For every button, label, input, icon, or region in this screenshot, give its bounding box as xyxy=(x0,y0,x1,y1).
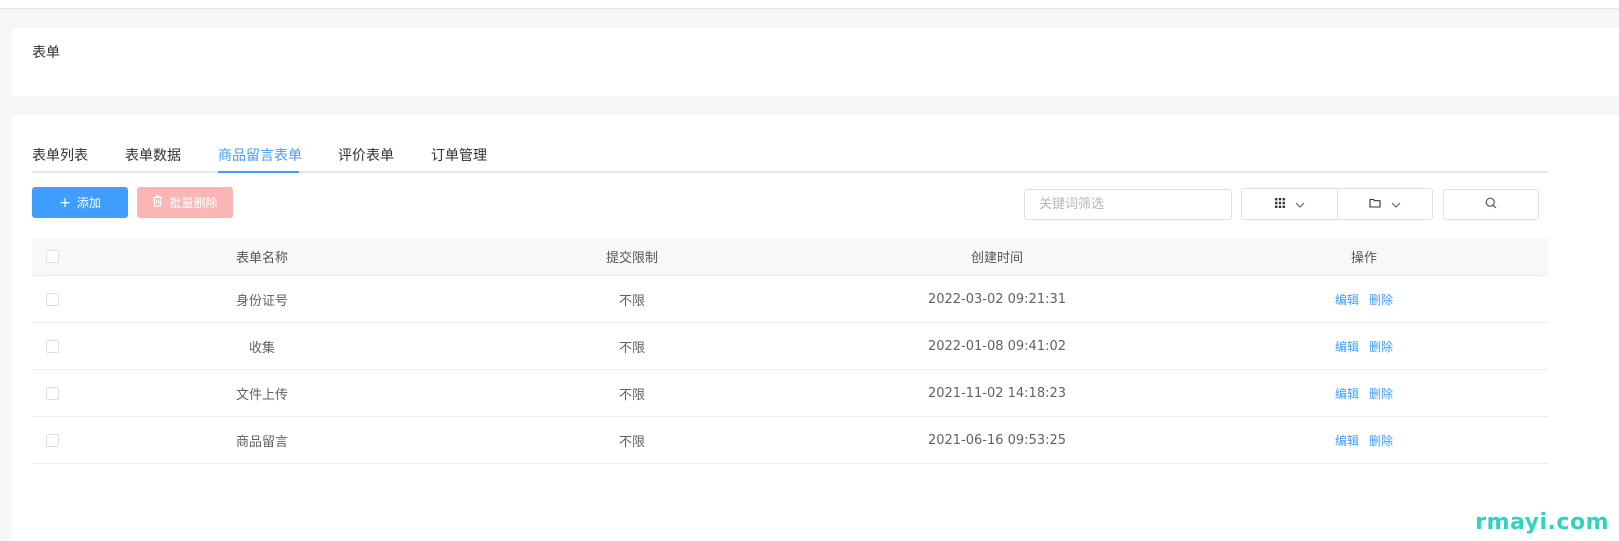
row-submit-limit: 不限 xyxy=(618,387,645,403)
chevron-down-icon xyxy=(1391,197,1401,212)
header-actions: 操作 xyxy=(1350,251,1377,266)
search-icon xyxy=(1485,197,1497,213)
row-form-name: 商品留言 xyxy=(235,434,288,450)
table-row: 身份证号 不限 2022-03-02 09:21:31 编辑 删除 xyxy=(32,276,1548,323)
row-checkbox[interactable] xyxy=(45,292,59,306)
category-select[interactable] xyxy=(1241,188,1338,220)
folder-select[interactable] xyxy=(1337,188,1433,220)
title-card: 表单 xyxy=(12,28,1619,96)
row-checkbox-cell xyxy=(32,276,72,322)
row-created-time: 2021-11-02 14:18:23 xyxy=(927,385,1067,401)
row-checkbox-cell xyxy=(32,370,72,416)
batch-delete-button[interactable]: 批量删除 xyxy=(137,187,233,218)
row-created-time: 2022-03-02 09:21:31 xyxy=(927,291,1067,307)
header-created-time: 创建时间 xyxy=(970,251,1023,266)
header-form-name: 表单名称 xyxy=(235,251,288,266)
add-button[interactable]: + 添加 xyxy=(32,187,128,218)
tab-form-data[interactable]: 表单数据 xyxy=(125,145,181,165)
row-actions: 编辑 删除 xyxy=(1284,323,1444,369)
edit-link[interactable]: 编辑 xyxy=(1335,385,1359,402)
row-actions: 编辑 删除 xyxy=(1284,276,1444,322)
select-all-checkbox[interactable] xyxy=(45,250,59,263)
tab-review-form[interactable]: 评价表单 xyxy=(338,145,394,165)
edit-link[interactable]: 编辑 xyxy=(1335,432,1359,449)
table-row: 商品留言 不限 2021-06-16 09:53:25 编辑 删除 xyxy=(32,417,1548,464)
row-checkbox[interactable] xyxy=(45,386,59,400)
trash-icon xyxy=(152,195,163,210)
grid-icon xyxy=(1274,197,1285,212)
edit-link[interactable]: 编辑 xyxy=(1335,338,1359,355)
row-form-name: 身份证号 xyxy=(235,293,288,309)
top-bar xyxy=(0,0,1619,9)
row-submit-limit: 不限 xyxy=(618,293,645,309)
batch-delete-button-label: 批量删除 xyxy=(169,196,218,210)
tab-product-message-form[interactable]: 商品留言表单 xyxy=(218,145,302,165)
delete-link[interactable]: 删除 xyxy=(1369,291,1393,308)
table-row: 收集 不限 2022-01-08 09:41:02 编辑 删除 xyxy=(32,323,1548,370)
row-actions: 编辑 删除 xyxy=(1284,370,1444,416)
add-button-label: 添加 xyxy=(76,196,101,210)
row-checkbox[interactable] xyxy=(45,339,59,353)
edit-link[interactable]: 编辑 xyxy=(1335,291,1359,308)
delete-link[interactable]: 删除 xyxy=(1369,385,1393,402)
row-checkbox-cell xyxy=(32,323,72,369)
delete-link[interactable]: 删除 xyxy=(1369,432,1393,449)
tab-bar: 表单列表 表单数据 商品留言表单 评价表单 订单管理 xyxy=(32,139,1548,173)
row-form-name: 文件上传 xyxy=(235,387,288,403)
row-submit-limit: 不限 xyxy=(618,434,645,450)
page-title: 表单 xyxy=(32,45,60,61)
active-tab-indicator xyxy=(218,171,299,173)
main-card: 表单列表 表单数据 商品留言表单 评价表单 订单管理 + 添加 批量删除 关键词… xyxy=(12,115,1619,541)
select-all-cell xyxy=(32,238,72,275)
delete-link[interactable]: 删除 xyxy=(1369,338,1393,355)
folder-icon xyxy=(1369,197,1381,212)
watermark: rmayi.com xyxy=(1475,510,1609,535)
row-created-time: 2022-01-08 09:41:02 xyxy=(927,338,1067,354)
row-actions: 编辑 删除 xyxy=(1284,417,1444,463)
forms-table: 表单名称 提交限制 创建时间 操作 身份证号 不限 2022-03-02 09:… xyxy=(32,238,1548,464)
tab-order-management[interactable]: 订单管理 xyxy=(431,145,487,165)
plus-icon: + xyxy=(59,194,71,211)
table-header: 表单名称 提交限制 创建时间 操作 xyxy=(32,238,1548,276)
row-checkbox[interactable] xyxy=(45,433,59,447)
row-created-time: 2021-06-16 09:53:25 xyxy=(927,432,1067,448)
row-form-name: 收集 xyxy=(248,340,275,356)
search-button[interactable] xyxy=(1443,189,1539,220)
keyword-filter-input[interactable] xyxy=(1024,189,1232,220)
chevron-down-icon xyxy=(1295,197,1305,212)
row-checkbox-cell xyxy=(32,417,72,463)
table-row: 文件上传 不限 2021-11-02 14:18:23 编辑 删除 xyxy=(32,370,1548,417)
tab-form-list[interactable]: 表单列表 xyxy=(32,145,88,165)
row-submit-limit: 不限 xyxy=(618,340,645,356)
header-submit-limit: 提交限制 xyxy=(605,251,658,266)
